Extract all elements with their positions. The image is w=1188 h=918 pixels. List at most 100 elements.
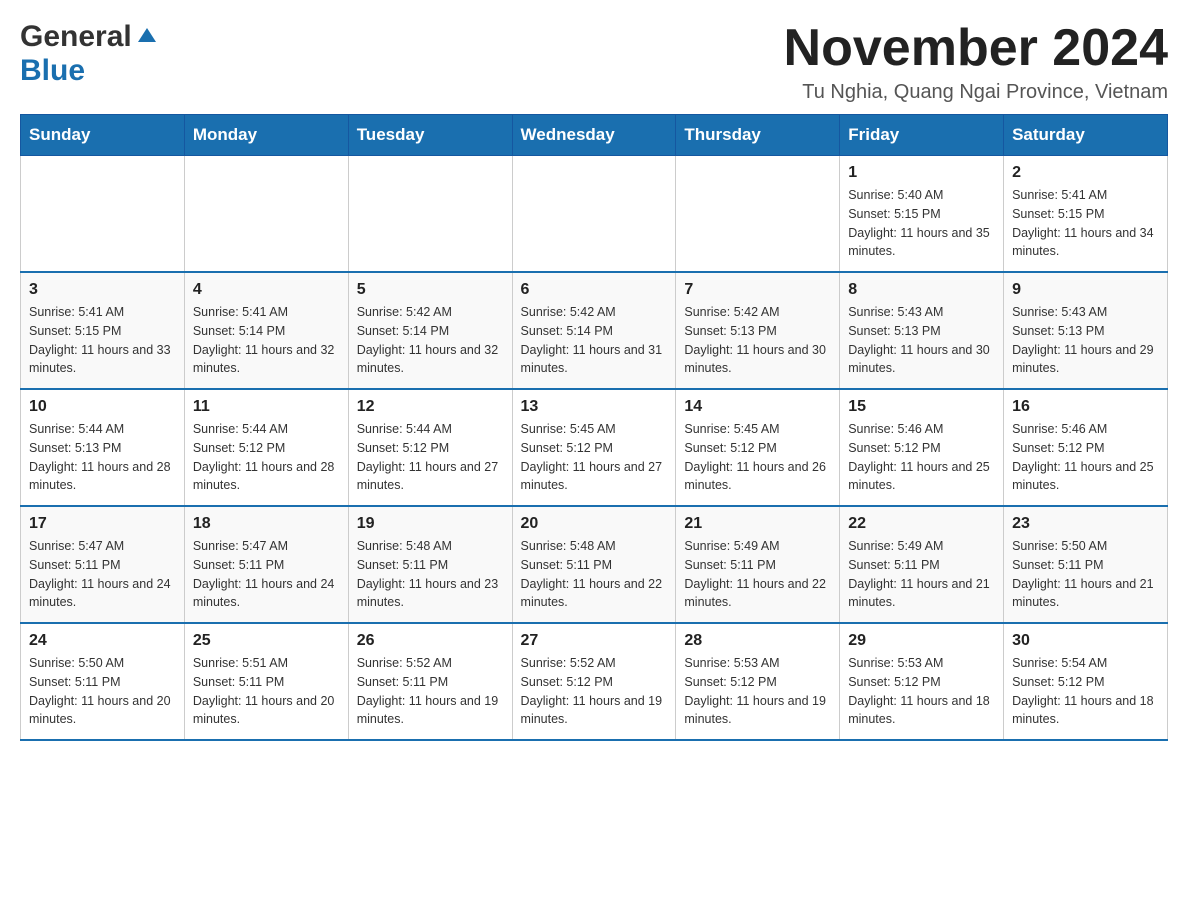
location-text: Tu Nghia, Quang Ngai Province, Vietnam [784,81,1168,104]
table-row: 1 Sunrise: 5:40 AMSunset: 5:15 PMDaylight… [840,156,1004,273]
day-number: 17 [29,515,176,533]
day-number: 5 [357,281,504,299]
calendar-week-row: 3 Sunrise: 5:41 AMSunset: 5:15 PMDaylight… [21,272,1168,389]
day-number: 8 [848,281,995,299]
table-row: 6 Sunrise: 5:42 AMSunset: 5:14 PMDaylight… [512,272,676,389]
day-info: Sunrise: 5:50 AMSunset: 5:11 PMDaylight:… [1012,537,1159,612]
page-header: General Blue November 2024 Tu Nghia, Qua… [20,20,1168,104]
table-row [676,156,840,273]
day-number: 26 [357,632,504,650]
day-info: Sunrise: 5:48 AMSunset: 5:11 PMDaylight:… [521,537,668,612]
col-saturday: Saturday [1004,115,1168,156]
day-info: Sunrise: 5:41 AMSunset: 5:15 PMDaylight:… [1012,186,1159,261]
calendar-week-row: 24 Sunrise: 5:50 AMSunset: 5:11 PMDayligh… [21,623,1168,740]
table-row: 15 Sunrise: 5:46 AMSunset: 5:12 PMDayligh… [840,389,1004,506]
table-row: 26 Sunrise: 5:52 AMSunset: 5:11 PMDayligh… [348,623,512,740]
day-number: 16 [1012,398,1159,416]
day-info: Sunrise: 5:47 AMSunset: 5:11 PMDaylight:… [29,537,176,612]
calendar-week-row: 10 Sunrise: 5:44 AMSunset: 5:13 PMDayligh… [21,389,1168,506]
table-row [184,156,348,273]
day-number: 3 [29,281,176,299]
day-info: Sunrise: 5:53 AMSunset: 5:12 PMDaylight:… [684,654,831,729]
day-info: Sunrise: 5:52 AMSunset: 5:11 PMDaylight:… [357,654,504,729]
table-row: 16 Sunrise: 5:46 AMSunset: 5:12 PMDayligh… [1004,389,1168,506]
day-number: 18 [193,515,340,533]
table-row: 13 Sunrise: 5:45 AMSunset: 5:12 PMDayligh… [512,389,676,506]
day-number: 10 [29,398,176,416]
day-number: 21 [684,515,831,533]
calendar-table: Sunday Monday Tuesday Wednesday Thursday… [20,114,1168,741]
col-thursday: Thursday [676,115,840,156]
logo-triangle-icon [136,24,158,46]
day-number: 24 [29,632,176,650]
day-number: 19 [357,515,504,533]
table-row: 29Sunrise: 5:53 AMSunset: 5:12 PMDayligh… [840,623,1004,740]
table-row: 7Sunrise: 5:42 AMSunset: 5:13 PMDaylight… [676,272,840,389]
day-info: Sunrise: 5:43 AMSunset: 5:13 PMDaylight:… [1012,303,1159,378]
day-number: 6 [521,281,668,299]
day-info: Sunrise: 5:45 AMSunset: 5:12 PMDaylight:… [684,420,831,495]
day-info: Sunrise: 5:43 AMSunset: 5:13 PMDaylight:… [848,303,995,378]
calendar-week-row: 17 Sunrise: 5:47 AMSunset: 5:11 PMDayligh… [21,506,1168,623]
calendar-header-row: Sunday Monday Tuesday Wednesday Thursday… [21,115,1168,156]
table-row: 17 Sunrise: 5:47 AMSunset: 5:11 PMDayligh… [21,506,185,623]
day-number: 12 [357,398,504,416]
day-info: Sunrise: 5:45 AMSunset: 5:12 PMDaylight:… [521,420,668,495]
day-number: 22 [848,515,995,533]
day-info: Sunrise: 5:49 AMSunset: 5:11 PMDaylight:… [848,537,995,612]
day-info: Sunrise: 5:42 AMSunset: 5:14 PMDaylight:… [521,303,668,378]
table-row: 8 Sunrise: 5:43 AMSunset: 5:13 PMDaylight… [840,272,1004,389]
logo-blue-text: Blue [20,54,85,88]
day-info: Sunrise: 5:40 AMSunset: 5:15 PMDaylight:… [848,186,995,261]
table-row: 11 Sunrise: 5:44 AMSunset: 5:12 PMDayligh… [184,389,348,506]
table-row: 10 Sunrise: 5:44 AMSunset: 5:13 PMDayligh… [21,389,185,506]
day-info: Sunrise: 5:44 AMSunset: 5:12 PMDaylight:… [193,420,340,495]
table-row [348,156,512,273]
table-row: 21 Sunrise: 5:49 AMSunset: 5:11 PMDayligh… [676,506,840,623]
day-number: 11 [193,398,340,416]
day-info: Sunrise: 5:53 AMSunset: 5:12 PMDaylight:… [848,654,995,729]
day-number: 23 [1012,515,1159,533]
day-number: 4 [193,281,340,299]
day-number: 1 [848,164,995,182]
col-wednesday: Wednesday [512,115,676,156]
day-number: 20 [521,515,668,533]
day-info: Sunrise: 5:48 AMSunset: 5:11 PMDaylight:… [357,537,504,612]
col-tuesday: Tuesday [348,115,512,156]
day-info: Sunrise: 5:41 AMSunset: 5:15 PMDaylight:… [29,303,176,378]
day-number: 2 [1012,164,1159,182]
day-info: Sunrise: 5:44 AMSunset: 5:13 PMDaylight:… [29,420,176,495]
day-number: 30 [1012,632,1159,650]
title-section: November 2024 Tu Nghia, Quang Ngai Provi… [784,20,1168,104]
logo: General Blue [20,20,158,88]
table-row: 25 Sunrise: 5:51 AMSunset: 5:11 PMDayligh… [184,623,348,740]
table-row: 4 Sunrise: 5:41 AMSunset: 5:14 PMDaylight… [184,272,348,389]
table-row [512,156,676,273]
day-info: Sunrise: 5:46 AMSunset: 5:12 PMDaylight:… [1012,420,1159,495]
table-row: 18Sunrise: 5:47 AMSunset: 5:11 PMDayligh… [184,506,348,623]
table-row [21,156,185,273]
day-info: Sunrise: 5:49 AMSunset: 5:11 PMDaylight:… [684,537,831,612]
day-info: Sunrise: 5:51 AMSunset: 5:11 PMDaylight:… [193,654,340,729]
day-info: Sunrise: 5:44 AMSunset: 5:12 PMDaylight:… [357,420,504,495]
col-friday: Friday [840,115,1004,156]
day-info: Sunrise: 5:50 AMSunset: 5:11 PMDaylight:… [29,654,176,729]
day-number: 14 [684,398,831,416]
table-row: 2 Sunrise: 5:41 AMSunset: 5:15 PMDaylight… [1004,156,1168,273]
table-row: 3 Sunrise: 5:41 AMSunset: 5:15 PMDaylight… [21,272,185,389]
day-info: Sunrise: 5:41 AMSunset: 5:14 PMDaylight:… [193,303,340,378]
month-title: November 2024 [784,20,1168,77]
day-info: Sunrise: 5:42 AMSunset: 5:14 PMDaylight:… [357,303,504,378]
table-row: 23 Sunrise: 5:50 AMSunset: 5:11 PMDayligh… [1004,506,1168,623]
table-row: 24 Sunrise: 5:50 AMSunset: 5:11 PMDayligh… [21,623,185,740]
day-number: 13 [521,398,668,416]
day-info: Sunrise: 5:52 AMSunset: 5:12 PMDaylight:… [521,654,668,729]
table-row: 27Sunrise: 5:52 AMSunset: 5:12 PMDayligh… [512,623,676,740]
table-row: 9 Sunrise: 5:43 AMSunset: 5:13 PMDaylight… [1004,272,1168,389]
day-number: 25 [193,632,340,650]
day-number: 15 [848,398,995,416]
col-monday: Monday [184,115,348,156]
day-number: 9 [1012,281,1159,299]
day-info: Sunrise: 5:46 AMSunset: 5:12 PMDaylight:… [848,420,995,495]
table-row: 20 Sunrise: 5:48 AMSunset: 5:11 PMDayligh… [512,506,676,623]
